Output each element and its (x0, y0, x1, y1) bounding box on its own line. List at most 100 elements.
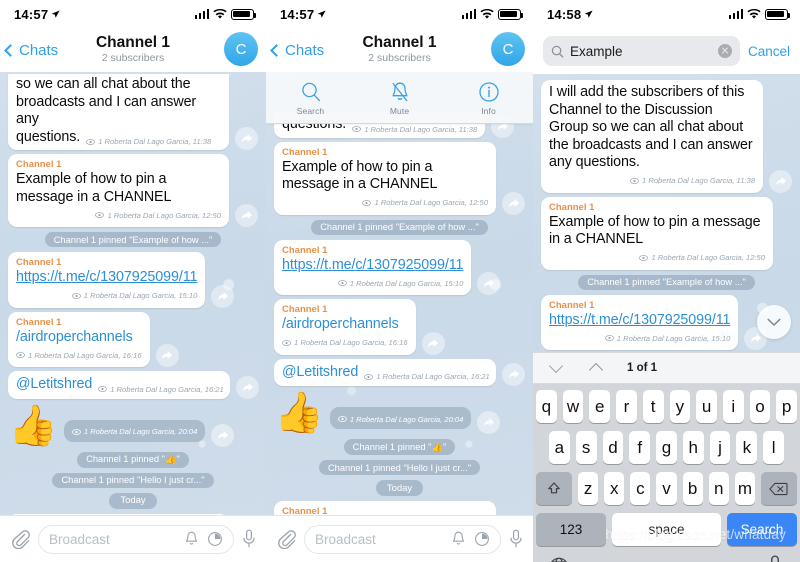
broadcast-input[interactable]: Broadcast (38, 524, 234, 554)
search-result-counter: 1 of 1 (627, 362, 658, 374)
key-a[interactable]: a (548, 431, 570, 464)
service-message: Channel 1 pinned "Hello I just cr..." (8, 472, 258, 488)
key-j[interactable]: j (709, 431, 731, 464)
action-info[interactable]: Info (444, 80, 533, 116)
paperclip-icon[interactable] (276, 529, 296, 549)
numbers-key[interactable]: 123 (536, 513, 606, 546)
broadcast-input[interactable]: Broadcast (304, 524, 501, 554)
action-search[interactable]: Search (266, 80, 355, 116)
key-t[interactable]: t (642, 390, 664, 423)
thumbs-up-emoji[interactable]: 👍 (274, 392, 324, 434)
message-text[interactable]: @Letitshred (282, 364, 358, 382)
microphone-icon[interactable] (242, 529, 256, 549)
key-s[interactable]: s (575, 431, 597, 464)
share-button[interactable] (155, 344, 179, 367)
message-bubble[interactable]: so we can all chat about the broadcasts … (8, 74, 229, 150)
key-p[interactable]: p (776, 390, 798, 423)
share-button[interactable] (502, 363, 525, 386)
message-bubble[interactable]: Channel 1 /airdroperchannels 1 Roberta D… (274, 299, 416, 355)
key-i[interactable]: i (722, 390, 744, 423)
timer-icon[interactable] (474, 531, 490, 547)
key-c[interactable]: c (630, 472, 651, 505)
key-x[interactable]: x (604, 472, 625, 505)
message-bubble[interactable]: I will add the subscribers of this Chann… (541, 80, 763, 193)
key-e[interactable]: e (589, 390, 611, 423)
bell-icon[interactable] (184, 531, 199, 547)
share-button[interactable] (235, 127, 258, 150)
key-n[interactable]: n (708, 472, 729, 505)
search-key[interactable]: Search (727, 513, 797, 546)
message-bubble[interactable]: @Letitshred 1 Roberta Dal Lago Garcia, 1… (274, 358, 496, 386)
message-bubble[interactable]: Channel 1 The EYE ICON is in the bottom … (274, 501, 496, 515)
message-text[interactable]: /airdroperchannels (16, 329, 142, 347)
backspace-key[interactable] (760, 472, 797, 505)
mute-bell-slash-icon (392, 82, 407, 101)
avatar[interactable]: C (224, 32, 258, 66)
key-w[interactable]: w (562, 390, 584, 423)
action-mute[interactable]: Mute (355, 80, 444, 116)
key-m[interactable]: m (734, 472, 755, 505)
message-link[interactable]: https://t.me/c/1307925099/11 (549, 312, 730, 330)
key-o[interactable]: o (749, 390, 771, 423)
microphone-icon[interactable] (765, 554, 785, 562)
message-text[interactable]: /airdroperchannels (282, 316, 408, 334)
search-prev-button[interactable] (587, 359, 605, 377)
timer-icon[interactable] (207, 531, 223, 547)
key-h[interactable]: h (682, 431, 704, 464)
globe-language-icon[interactable] (548, 556, 570, 562)
key-b[interactable]: b (682, 472, 703, 505)
message-link[interactable]: https://t.me/c/1307925099/11 (16, 269, 197, 287)
status-time-group: 14:57 (14, 7, 60, 22)
key-g[interactable]: g (656, 431, 677, 464)
message-list-1[interactable]: so we can all chat about the broadcasts … (0, 72, 266, 515)
cancel-button[interactable]: Cancel (748, 44, 790, 59)
message-row: 👍 1 Roberta Dal Lago Garcia, 20:04 (274, 392, 525, 434)
clear-circle-icon[interactable] (717, 44, 732, 58)
message-list-2[interactable]: questions. 1 Roberta Dal Lago Garcia, 11… (266, 72, 533, 515)
share-button[interactable] (211, 284, 235, 308)
message-bubble[interactable]: Channel 1 Example of how to pin a messag… (8, 154, 229, 227)
paperclip-icon[interactable] (10, 529, 30, 549)
share-button[interactable] (421, 331, 445, 355)
key-q[interactable]: q (535, 390, 557, 423)
share-button[interactable] (236, 375, 259, 399)
message-bubble[interactable]: Channel 1 Example of how to pin a messag… (274, 141, 496, 215)
bell-icon[interactable] (451, 531, 466, 547)
key-d[interactable]: d (602, 431, 624, 464)
shift-key[interactable] (536, 472, 572, 505)
message-text[interactable]: @Letitshred (16, 376, 92, 394)
key-l[interactable]: l (763, 431, 785, 464)
message-row: so we can all chat about the broadcasts … (8, 74, 258, 150)
space-key[interactable]: space (612, 513, 721, 546)
key-y[interactable]: y (669, 390, 691, 423)
search-next-button[interactable] (547, 358, 565, 377)
key-u[interactable]: u (696, 390, 717, 423)
key-v[interactable]: v (656, 472, 677, 505)
key-k[interactable]: k (736, 431, 758, 464)
avatar[interactable]: C (491, 32, 525, 66)
message-link[interactable]: https://t.me/c/1307925099/11 (282, 257, 463, 275)
share-button[interactable] (502, 191, 525, 215)
message-meta: 1 Roberta Dal Lago Garcia, 15:10 (337, 279, 463, 288)
key-r[interactable]: r (616, 390, 637, 423)
message-bubble[interactable]: Channel 1 https://t.me/c/1307925099/11 1… (274, 239, 472, 295)
message-bubble[interactable]: @Letitshred 1 Roberta Dal Lago Garcia, 1… (8, 371, 230, 399)
search-input[interactable]: Example (543, 36, 740, 66)
back-to-chats-button[interactable]: Chats (270, 42, 324, 59)
message-bubble[interactable]: Channel 1 Example of how to pin a messag… (541, 196, 773, 270)
thumbs-up-emoji[interactable]: 👍 (8, 405, 58, 447)
key-z[interactable]: z (578, 472, 599, 505)
share-button[interactable] (211, 423, 235, 447)
share-button[interactable] (477, 272, 501, 295)
message-bubble[interactable]: Channel 1 https://t.me/c/1307925099/11 1… (8, 252, 206, 308)
key-f[interactable]: f (629, 431, 651, 464)
message-input-bar: Broadcast (266, 515, 533, 562)
share-button[interactable] (769, 169, 792, 193)
scroll-to-bottom-button[interactable] (757, 305, 791, 339)
message-bubble[interactable]: Channel 1 https://t.me/c/1307925099/11 1… (541, 294, 739, 350)
share-button[interactable] (477, 411, 501, 434)
back-to-chats-button[interactable]: Chats (4, 42, 58, 59)
microphone-icon[interactable] (509, 529, 523, 549)
share-button[interactable] (235, 204, 258, 227)
message-bubble[interactable]: Channel 1 /airdroperchannels 1 Roberta D… (8, 311, 150, 367)
